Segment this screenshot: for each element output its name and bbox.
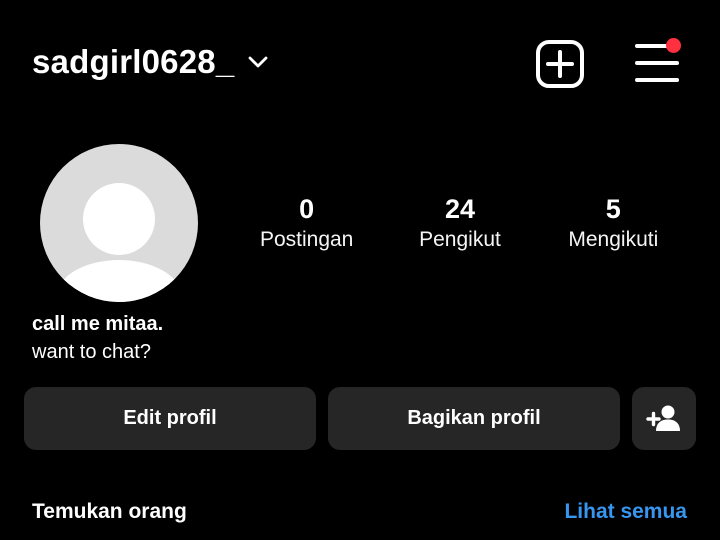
account-switcher[interactable]: sadgirl0628_	[32, 40, 270, 84]
stat-posts[interactable]: 0 Postingan	[230, 192, 383, 262]
stat-followers[interactable]: 24 Pengikut	[383, 192, 536, 262]
avatar[interactable]	[40, 144, 198, 302]
discover-people-button[interactable]	[632, 387, 696, 450]
stat-followers-label: Pengikut	[419, 228, 501, 251]
bio-name: call me mitaa.	[32, 313, 164, 335]
stat-posts-count: 0	[299, 194, 315, 224]
bio: call me mitaa. want to chat?	[32, 310, 632, 366]
plus-square-icon[interactable]	[534, 38, 586, 90]
chevron-down-icon	[248, 56, 268, 68]
notification-dot	[666, 38, 681, 53]
username: sadgirl0628_	[32, 43, 235, 80]
stat-followers-count: 24	[444, 194, 476, 224]
default-avatar-icon	[57, 183, 181, 302]
profile-header: sadgirl0628_	[0, 0, 720, 125]
discover-people-title: Temukan orang	[32, 500, 187, 523]
profile-stats: 0 Postingan 24 Pengikut 5 Mengikuti	[230, 192, 690, 262]
stat-following-count: 5	[605, 194, 621, 224]
bio-text: want to chat?	[32, 341, 151, 363]
add-user-icon	[646, 405, 680, 431]
see-all-link[interactable]: Lihat semua	[564, 497, 687, 527]
edit-profile-button[interactable]: Edit profil	[24, 387, 316, 450]
share-profile-button[interactable]: Bagikan profil	[328, 387, 620, 450]
stat-following[interactable]: 5 Mengikuti	[537, 192, 690, 262]
stat-following-label: Mengikuti	[568, 228, 659, 251]
stat-posts-label: Postingan	[259, 228, 354, 251]
